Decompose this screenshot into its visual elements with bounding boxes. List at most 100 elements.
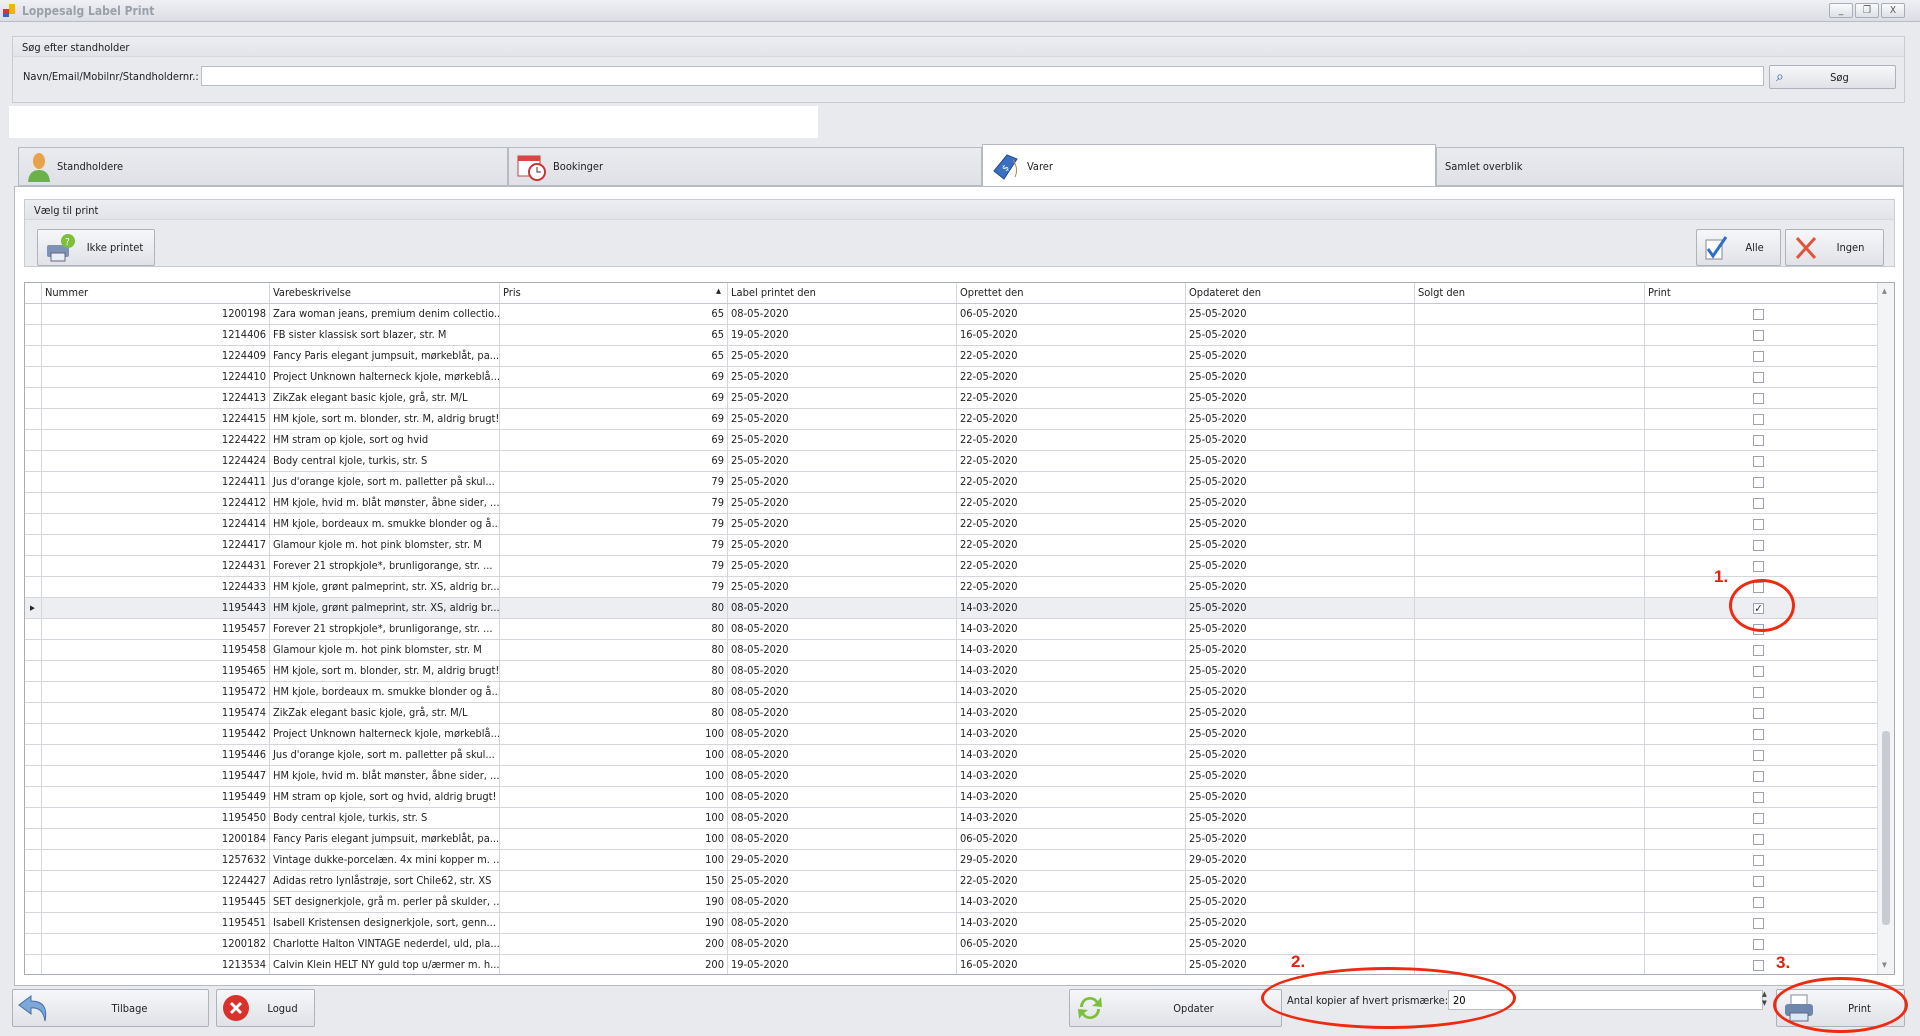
row-selector[interactable] [25,703,42,724]
scrollbar-thumb[interactable] [1882,731,1890,925]
table-row[interactable]: 1195446 Jus d'orange kjole, sort m. palle… [25,745,1878,766]
table-row[interactable]: 1200184 Fancy Paris elegant jumpsuit, mør… [25,829,1878,850]
table-row[interactable]: 1224413 ZikZak elegant basic kjole, grå, … [25,388,1878,409]
row-selector[interactable] [25,745,42,766]
row-selector[interactable] [25,892,42,913]
row-selector[interactable] [25,766,42,787]
row-selector[interactable] [25,850,42,871]
tab-samlet-overblik[interactable]: Samlet overblik [1436,147,1904,186]
print-checkbox[interactable] [1753,876,1764,887]
print-checkbox[interactable] [1753,771,1764,782]
table-row[interactable]: 1224409 Fancy Paris elegant jumpsuit, mør… [25,346,1878,367]
print-checkbox[interactable] [1753,498,1764,509]
print-checkbox[interactable] [1753,813,1764,824]
table-row[interactable]: 1224417 Glamour kjole m. hot pink blomste… [25,535,1878,556]
tab-varer[interactable]: $ Varer [982,144,1436,187]
row-selector[interactable] [25,409,42,430]
minimize-button[interactable]: _ [1829,3,1853,18]
table-row[interactable]: 1195442 Project Unknown halterneck kjole,… [25,724,1878,745]
print-checkbox[interactable] [1753,477,1764,488]
print-checkbox[interactable] [1753,519,1764,530]
row-selector[interactable] [25,304,42,325]
scroll-down-icon[interactable]: ▼ [1882,961,1887,969]
restore-button[interactable]: ❐ [1855,3,1879,18]
row-selector[interactable] [25,514,42,535]
column-header-varebeskrivelse[interactable]: Varebeskrivelse [270,283,500,304]
row-selector[interactable] [25,535,42,556]
table-row[interactable]: 1224412 HM kjole, hvid m. blåt mønster, å… [25,493,1878,514]
table-row[interactable]: 1257632 Vintage dukke-porcelæn. 4x mini k… [25,850,1878,871]
table-row[interactable]: 1224411 Jus d'orange kjole, sort m. palle… [25,472,1878,493]
print-checkbox[interactable] [1753,309,1764,320]
table-row[interactable]: 1224431 Forever 21 stropkjole*, brunligor… [25,556,1878,577]
row-selector[interactable] [25,472,42,493]
table-row[interactable]: 1195474 ZikZak elegant basic kjole, grå, … [25,703,1878,724]
print-checkbox[interactable] [1753,561,1764,572]
close-button[interactable]: X [1881,3,1905,18]
scroll-up-icon[interactable]: ▲ [1882,287,1887,295]
row-selector[interactable] [25,451,42,472]
table-row[interactable]: 1224414 HM kjole, bordeaux m. smukke blon… [25,514,1878,535]
select-none-button[interactable]: Ingen [1785,229,1884,266]
table-row[interactable]: 1195445 SET designerkjole, grå m. perler … [25,892,1878,913]
print-checkbox[interactable] [1753,750,1764,761]
row-selector[interactable] [25,367,42,388]
table-row[interactable]: 1200182 Charlotte Halton VINTAGE nederdel… [25,934,1878,955]
row-selector[interactable] [25,577,42,598]
print-checkbox[interactable] [1753,351,1764,362]
table-row[interactable]: 1195450 Body central kjole, turkis, str. … [25,808,1878,829]
row-selector[interactable] [25,787,42,808]
table-row[interactable]: ▶ 1195443 HM kjole, grønt palmeprint, str.… [25,598,1878,619]
row-selector[interactable] [25,346,42,367]
table-row[interactable]: 1224424 Body central kjole, turkis, str. … [25,451,1878,472]
print-checkbox[interactable] [1753,435,1764,446]
print-checkbox[interactable] [1753,729,1764,740]
table-row[interactable]: 1195458 Glamour kjole m. hot pink blomste… [25,640,1878,661]
table-row[interactable]: 1195449 HM stram op kjole, sort og hvid, … [25,787,1878,808]
print-checkbox[interactable] [1753,897,1764,908]
table-row[interactable]: 1213534 Calvin Klein HELT NY guld top u/æ… [25,955,1878,974]
tab-standholdere[interactable]: Standholdere [18,147,508,186]
row-selector[interactable] [25,640,42,661]
print-checkbox[interactable] [1753,330,1764,341]
row-selector[interactable] [25,430,42,451]
table-row[interactable]: 1224427 Adidas retro lynlåstrøje, sort Ch… [25,871,1878,892]
refresh-button[interactable]: Opdater [1069,989,1282,1027]
row-selector[interactable] [25,871,42,892]
table-row[interactable]: 1200198 Zara woman jeans, premium denim c… [25,304,1878,325]
table-row[interactable]: 1195457 Forever 21 stropkjole*, brunligor… [25,619,1878,640]
print-checkbox[interactable] [1753,540,1764,551]
table-row[interactable]: 1224433 HM kjole, grønt palmeprint, str. … [25,577,1878,598]
print-checkbox[interactable] [1753,687,1764,698]
table-row[interactable]: 1195465 HM kjole, sort m. blonder, str. M… [25,661,1878,682]
row-selector[interactable] [25,493,42,514]
column-header-label-printet[interactable]: Label printet den [728,283,957,304]
row-selector[interactable] [25,388,42,409]
print-checkbox[interactable] [1753,666,1764,677]
table-row[interactable]: 1224410 Project Unknown halterneck kjole,… [25,367,1878,388]
print-checkbox[interactable] [1753,708,1764,719]
spinner-arrows-icon[interactable]: ▲ ▼ [1762,990,1767,1008]
print-checkbox[interactable] [1753,393,1764,404]
select-all-button[interactable]: Alle [1696,229,1781,266]
column-header-opdateret[interactable]: Opdateret den [1186,283,1415,304]
row-selector[interactable] [25,682,42,703]
column-header-nummer[interactable]: Nummer [42,283,270,304]
search-button[interactable]: ⌕ Søg [1769,65,1896,89]
row-selector[interactable] [25,556,42,577]
vertical-scrollbar[interactable]: ▲ ▼ [1877,283,1894,974]
table-row[interactable]: 1195447 HM kjole, hvid m. blåt mønster, å… [25,766,1878,787]
print-checkbox[interactable] [1753,456,1764,467]
row-selector[interactable] [25,325,42,346]
row-selector[interactable] [25,955,42,974]
table-row[interactable]: 1195472 HM kjole, bordeaux m. smukke blon… [25,682,1878,703]
print-checkbox[interactable] [1753,645,1764,656]
search-input[interactable] [201,66,1764,86]
print-checkbox[interactable] [1753,834,1764,845]
column-header-solgt[interactable]: Solgt den [1415,283,1645,304]
not-printed-button[interactable]: ? Ikke printet [37,229,155,266]
table-row[interactable]: 1224415 HM kjole, sort m. blonder, str. M… [25,409,1878,430]
table-row[interactable]: 1195451 Isabell Kristensen designerkjole,… [25,913,1878,934]
column-header-oprettet[interactable]: Oprettet den [957,283,1186,304]
row-selector[interactable] [25,913,42,934]
